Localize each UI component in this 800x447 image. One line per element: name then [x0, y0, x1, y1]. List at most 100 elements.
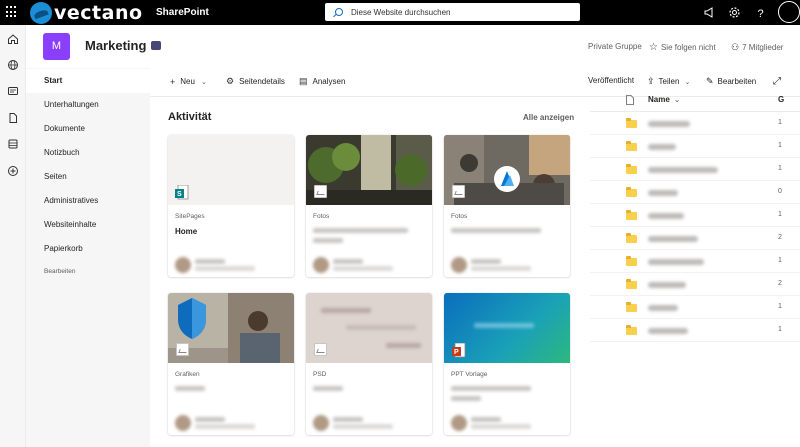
- edit-button[interactable]: ✎ Bearbeiten: [706, 76, 756, 87]
- second-column-header[interactable]: G: [778, 95, 784, 104]
- megaphone-icon[interactable]: [703, 6, 716, 19]
- brand-name: vectano: [54, 1, 143, 24]
- suite-bar: vectano SharePoint ?: [0, 0, 800, 25]
- activity-card[interactable]: PSD: [306, 293, 432, 435]
- powerpoint-file-icon: P: [452, 343, 466, 358]
- card-type: Fotos: [451, 213, 468, 220]
- brand-logo-icon: [30, 1, 52, 24]
- members-button[interactable]: ⚇ 7 Mitglieder: [731, 42, 783, 53]
- site-logo[interactable]: M: [43, 33, 70, 60]
- blurred-text: [333, 266, 393, 271]
- nav-item-papierkorb[interactable]: Papierkorb: [26, 237, 150, 261]
- activity-heading: Aktivität: [168, 111, 212, 123]
- pencil-icon: ✎: [706, 76, 714, 86]
- nav-item-dokumente[interactable]: Dokumente: [26, 117, 150, 141]
- blurred-text: [474, 323, 534, 328]
- app-launcher-icon[interactable]: [6, 6, 18, 18]
- card-type: Grafiken: [175, 371, 200, 378]
- nav-edit-link[interactable]: Bearbeiten: [44, 268, 75, 275]
- share-button[interactable]: ⇪ Teilen ⌄: [647, 76, 690, 87]
- members-label: 7 Mitglieder: [742, 43, 784, 52]
- activity-card[interactable]: Fotos: [306, 135, 432, 277]
- nav-item-start[interactable]: Start: [26, 69, 150, 93]
- folder-row[interactable]: 1: [590, 135, 800, 158]
- edit-label: Bearbeiten: [717, 77, 757, 86]
- nav-item-unterhaltungen[interactable]: Unterhaltungen: [26, 93, 150, 117]
- app-name[interactable]: SharePoint: [156, 7, 209, 18]
- card-thumbnail: P: [444, 293, 570, 363]
- folder-icon: [626, 279, 637, 289]
- news-icon[interactable]: [7, 85, 19, 97]
- folder-row[interactable]: 1: [590, 319, 800, 342]
- folder-row[interactable]: 2: [590, 273, 800, 296]
- search-input[interactable]: [351, 7, 571, 17]
- follow-button[interactable]: ☆ Sie folgen nicht: [649, 42, 716, 53]
- plus-icon: +: [170, 76, 176, 87]
- svg-text:S: S: [177, 191, 182, 198]
- folder-row[interactable]: 1: [590, 250, 800, 273]
- activity-card[interactable]: S SitePages Home: [168, 135, 294, 277]
- folder-row[interactable]: 1: [590, 204, 800, 227]
- card-thumbnail: S: [168, 135, 294, 205]
- nav-item-notizbuch[interactable]: Notizbuch: [26, 141, 150, 165]
- folder-icon: [626, 302, 637, 312]
- follow-label: Sie folgen nicht: [660, 43, 716, 52]
- nav-item-administratives[interactable]: Administratives: [26, 189, 150, 213]
- gear-icon[interactable]: [728, 6, 741, 19]
- help-icon[interactable]: ?: [754, 6, 767, 19]
- folder-meta: 2: [778, 280, 782, 287]
- blurred-text: [471, 417, 501, 422]
- folder-row[interactable]: 1: [590, 158, 800, 181]
- folder-row[interactable]: 0: [590, 181, 800, 204]
- nav-item-seiten[interactable]: Seiten: [26, 165, 150, 189]
- blurred-text: [333, 417, 363, 422]
- page-details-button[interactable]: ⚙ Seitendetails: [226, 75, 285, 88]
- site-privacy: Private Gruppe: [588, 42, 642, 51]
- blurred-text: [333, 424, 393, 429]
- folder-meta: 1: [778, 257, 782, 264]
- user-avatar[interactable]: [778, 1, 800, 23]
- blurred-text: [195, 266, 255, 271]
- globe-icon[interactable]: [7, 59, 19, 71]
- home-icon[interactable]: [7, 33, 19, 45]
- activity-card[interactable]: Grafiken: [168, 293, 294, 435]
- avatar: [175, 257, 191, 273]
- blurred-text: [471, 266, 531, 271]
- blurred-text: [648, 282, 686, 288]
- blurred-text: [471, 259, 501, 264]
- blurred-text: [648, 328, 688, 334]
- name-column-header[interactable]: Name ⌄: [648, 95, 681, 104]
- folder-row[interactable]: 2: [590, 227, 800, 250]
- nav-item-websiteinhalte[interactable]: Websiteinhalte: [26, 213, 150, 237]
- activity-card[interactable]: P PPT Vorlage: [444, 293, 570, 435]
- blurred-text: [195, 259, 225, 264]
- card-thumbnail: [444, 135, 570, 205]
- blurred-text: [386, 343, 421, 348]
- add-icon[interactable]: [7, 165, 19, 177]
- folder-row[interactable]: 1: [590, 112, 800, 135]
- avatar: [313, 415, 329, 431]
- published-label: Veröffentlicht: [588, 76, 635, 85]
- blurred-text: [346, 325, 416, 330]
- teams-icon[interactable]: [151, 41, 161, 50]
- brand-logo[interactable]: vectano: [30, 1, 143, 24]
- file-icon[interactable]: [7, 112, 19, 124]
- new-button[interactable]: + Neu ⌄: [170, 75, 207, 88]
- blurred-text: [451, 228, 541, 233]
- analytics-label: Analysen: [312, 77, 346, 86]
- chevron-down-icon: ⌄: [673, 95, 681, 104]
- search-box[interactable]: [325, 3, 580, 21]
- chevron-down-icon: ⌄: [684, 78, 691, 86]
- folder-meta: 2: [778, 234, 782, 241]
- share-label: Teilen: [658, 77, 680, 86]
- show-all-link[interactable]: Alle anzeigen: [523, 113, 574, 122]
- analytics-button[interactable]: ▤ Analysen: [299, 75, 345, 88]
- site-title[interactable]: Marketing: [85, 38, 146, 53]
- expand-icon[interactable]: ⤢: [773, 76, 781, 87]
- person-icon: ⚇: [731, 42, 740, 52]
- lists-icon[interactable]: [7, 138, 19, 150]
- folder-row[interactable]: 1: [590, 296, 800, 319]
- activity-card[interactable]: Fotos: [444, 135, 570, 277]
- avatar: [313, 257, 329, 273]
- blurred-text: [648, 121, 690, 127]
